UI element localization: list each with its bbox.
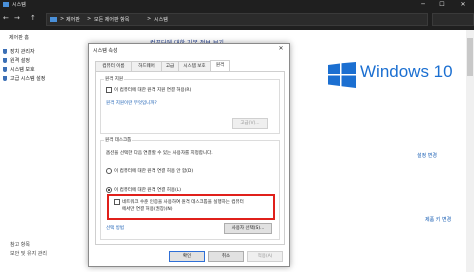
breadcrumb-system[interactable]: 시스템 — [154, 16, 168, 23]
remote-assistance-help-link[interactable]: 원격 지원이란 무엇입니까? — [106, 100, 157, 106]
remote-assistance-heading: 원격 지원 — [104, 76, 124, 82]
deny-remote-label: 이 컴퓨터에 대한 원격 연결 허용 안 함(D) — [114, 169, 194, 174]
see-also-heading: 참고 항목 — [10, 242, 30, 248]
dialog-close-button[interactable]: ✕ — [275, 45, 287, 53]
system-app-icon — [3, 2, 9, 7]
windows-brand-text: Windows 10 — [360, 62, 453, 81]
sidebar-item-label: 시스템 보호 — [10, 67, 35, 73]
security-maintenance-link[interactable]: 보안 및 유지 관리 — [10, 250, 47, 257]
tab-system-protection[interactable]: 시스템 보호 — [178, 61, 211, 71]
highlight-annotation-box — [107, 194, 275, 220]
deny-remote-radio[interactable] — [106, 168, 112, 174]
sidebar-home-link[interactable]: 제어판 홈 — [9, 34, 29, 41]
back-arrow-icon[interactable]: ← — [3, 14, 9, 22]
allow-remote-assistance-label: 이 컴퓨터에 대한 원격 지원 연결 허용(R) — [114, 88, 192, 93]
select-users-button[interactable]: 사용자 선택(S)... — [224, 223, 272, 234]
breadcrumb-all-items[interactable]: 모든 제어판 항목 — [94, 16, 129, 23]
shield-icon — [3, 58, 7, 63]
ok-button[interactable]: 확인 — [169, 251, 205, 262]
shield-icon — [3, 49, 7, 54]
breadcrumb-separator: > — [87, 16, 92, 22]
shield-icon — [3, 76, 7, 81]
cancel-button[interactable]: 취소 — [208, 251, 244, 262]
tab-advanced[interactable]: 고급 — [161, 61, 179, 71]
sidebar-item-label: 고급 시스템 설정 — [10, 76, 46, 82]
shield-icon — [3, 67, 7, 72]
breadcrumb-separator: > — [60, 16, 65, 22]
window-title: 시스템 — [12, 2, 26, 8]
remote-desktop-heading: 원격 데스크톱 — [104, 137, 133, 143]
sidebar-item-label: 원격 설정 — [10, 58, 30, 64]
change-product-key-link[interactable]: 제품 키 변경 — [425, 216, 451, 223]
sidebar-item-device-manager[interactable]: 장치 관리자 — [3, 48, 35, 55]
advanced-button[interactable]: 고급(V)... — [232, 118, 268, 129]
change-settings-link[interactable]: 설정 변경 — [417, 152, 437, 159]
allow-remote-radio[interactable] — [106, 187, 112, 193]
forward-arrow-icon[interactable]: → — [14, 14, 20, 22]
title-bar: 시스템 — [0, 0, 474, 9]
tab-computer-name[interactable]: 컴퓨터 이름 — [95, 61, 132, 71]
allow-remote-assistance-checkbox[interactable] — [106, 87, 112, 93]
sidebar-item-label: 장치 관리자 — [10, 49, 35, 55]
tab-hardware[interactable]: 하드웨어 — [131, 61, 162, 71]
sidebar-item-advanced[interactable]: 고급 시스템 설정 — [3, 75, 45, 82]
scrollbar-thumb[interactable] — [467, 38, 473, 76]
dialog-title: 시스템 속성 — [93, 48, 118, 54]
tab-remote[interactable]: 원격 — [210, 60, 230, 71]
maximize-button[interactable]: ☐ — [435, 0, 449, 9]
breadcrumb-control-panel[interactable]: 제어판 — [66, 16, 80, 23]
help-me-choose-link[interactable]: 선택 방법 — [106, 225, 124, 231]
breadcrumb-separator: > — [147, 16, 152, 22]
remote-desktop-description: 옵션을 선택한 다음 연결할 수 있는 사용자를 지정합니다. — [106, 151, 213, 156]
search-input[interactable] — [432, 13, 474, 26]
system-properties-dialog: 시스템 속성 ✕ 컴퓨터 이름 하드웨어 고급 시스템 보호 원격 원격 지원 … — [88, 43, 290, 267]
sidebar-item-remote-settings[interactable]: 원격 설정 — [3, 57, 30, 64]
close-button[interactable]: ✕ — [456, 0, 470, 9]
minimize-button[interactable]: ─ — [416, 0, 430, 9]
up-arrow-icon[interactable]: ↑ — [30, 14, 36, 22]
sidebar-item-system-protection[interactable]: 시스템 보호 — [3, 66, 35, 73]
apply-button[interactable]: 적용(A) — [247, 251, 283, 262]
address-bar[interactable]: > 제어판 > 모든 제어판 항목 > 시스템 — [46, 13, 428, 26]
windows-logo-icon — [328, 62, 356, 88]
computer-icon — [50, 17, 57, 22]
allow-remote-label: 이 컴퓨터에 대한 원격 연결 허용(L) — [114, 188, 181, 193]
